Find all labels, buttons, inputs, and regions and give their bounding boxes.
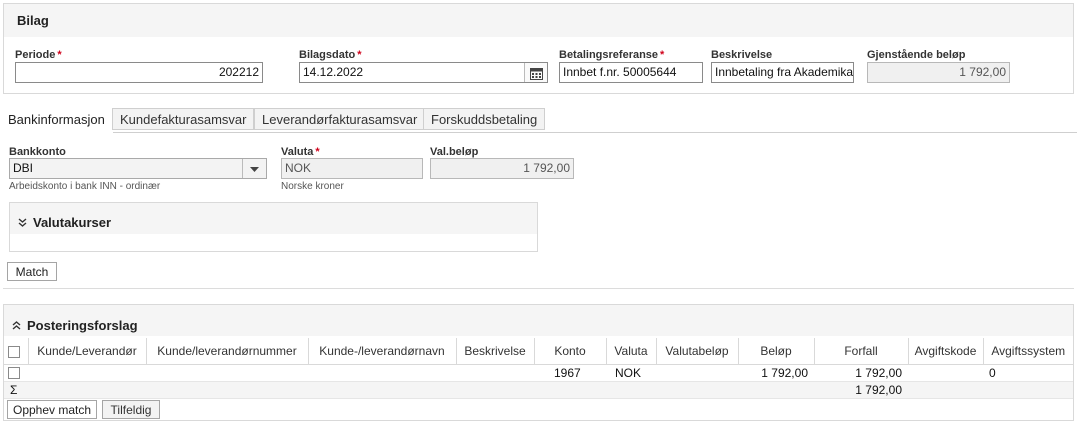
tab-forskuddsbetaling[interactable]: Forskuddsbetaling xyxy=(423,108,546,130)
valuta-input: NOK xyxy=(281,158,423,179)
bilagsdato-label: Bilagsdato * xyxy=(299,49,362,61)
select-all-checkbox[interactable] xyxy=(4,338,29,365)
tilfeldig-button[interactable]: Tilfeldig xyxy=(102,400,160,419)
col-avgiftskode[interactable]: Avgiftskode xyxy=(908,338,984,365)
cell-valuta: NOK xyxy=(606,364,656,382)
col-forfall[interactable]: Forfall xyxy=(814,338,909,365)
double-chevron-down-icon xyxy=(18,215,27,230)
cell-kunde xyxy=(28,364,146,382)
posteringsforslag-title: Posteringsforslag xyxy=(27,317,138,333)
table-row[interactable]: 1967 NOK 1 792,00 1 792,00 0 xyxy=(4,364,1073,382)
tab-bankinformasjon[interactable]: Bankinformasjon xyxy=(0,108,113,133)
periode-label: Periode * xyxy=(15,49,62,61)
calendar-icon[interactable] xyxy=(524,63,547,82)
col-kunde-leverandor[interactable]: Kunde/Leverandør xyxy=(28,338,147,365)
col-kunde-leverandornummer[interactable]: Kunde/leverandørnummer xyxy=(146,338,309,365)
gjenstaende-label: Gjenstående beløp xyxy=(867,49,966,61)
valbelop-label: Val.beløp xyxy=(430,146,479,158)
cell-valutabelop: 1 792,00 xyxy=(656,364,814,382)
tab-leverandorfakturasamsvar[interactable]: Leverandørfakturasamsvar xyxy=(254,108,426,130)
cell-forfall xyxy=(908,364,983,382)
cell-nummer xyxy=(146,364,308,382)
valbelop-value: 1 792,00 xyxy=(430,158,574,179)
table-header-row: Kunde/Leverandør Kunde/leverandørnummer … xyxy=(4,338,1073,365)
posteringsforslag-table: Kunde/Leverandør Kunde/leverandørnummer … xyxy=(4,338,1073,399)
bilag-title: Bilag xyxy=(4,4,1073,37)
cell-avgiftskode: 0 xyxy=(983,364,1073,382)
cell-beskrivelse xyxy=(456,364,534,382)
cell-konto: 1967 xyxy=(534,364,606,382)
beskrivelse-label: Beskrivelse xyxy=(711,49,773,61)
posteringsforslag-panel: Posteringsforslag Kunde/Leverandør Kunde… xyxy=(3,304,1074,421)
col-kunde-leverandornavn[interactable]: Kunde-/leverandørnavn xyxy=(308,338,457,365)
cell-belop: 1 792,00 xyxy=(814,364,908,382)
bankkonto-label: Bankkonto xyxy=(9,146,66,158)
sum-belop: 1 792,00 xyxy=(814,381,908,399)
bilagsdato-input[interactable]: 14.12.2022 xyxy=(299,62,548,83)
valutakurser-panel: Valutakurser xyxy=(9,202,538,252)
tabs-divider xyxy=(0,132,1077,133)
periode-input[interactable]: 202212 xyxy=(15,62,263,83)
valuta-label: Valuta * xyxy=(281,146,320,158)
chevron-down-icon[interactable] xyxy=(242,159,266,178)
bilagsdato-value: 14.12.2022 xyxy=(303,65,364,79)
section-divider xyxy=(3,288,1074,289)
bankkonto-value: DBI xyxy=(13,161,34,175)
opphev-match-button[interactable]: Opphev match xyxy=(7,400,97,419)
betalingsreferanse-label: Betalingsreferanse * xyxy=(559,49,665,61)
sum-row: Σ 1 792,00 xyxy=(4,381,1073,399)
col-valutabelop[interactable]: Valutabeløp xyxy=(656,338,739,365)
valutakurser-title: Valutakurser xyxy=(33,214,112,230)
bankkonto-help: Arbeidskonto i bank INN - ordinær xyxy=(9,181,161,192)
beskrivelse-input[interactable]: Innbetaling fra Akademika xyxy=(711,62,854,83)
double-chevron-up-icon xyxy=(12,318,21,333)
col-belop[interactable]: Beløp xyxy=(738,338,815,365)
valuta-help: Norske kroner xyxy=(281,181,344,192)
tab-kundefakturasamsvar[interactable]: Kundefakturasamsvar xyxy=(112,108,255,130)
row-checkbox[interactable] xyxy=(4,364,28,382)
match-button[interactable]: Match xyxy=(7,262,57,281)
col-valuta[interactable]: Valuta xyxy=(606,338,657,365)
col-konto[interactable]: Konto xyxy=(534,338,607,365)
valutakurser-header[interactable]: Valutakurser xyxy=(10,203,537,234)
betalingsreferanse-input[interactable]: Innbet f.nr. 50005644 xyxy=(559,62,703,83)
col-avgiftssystem[interactable]: Avgiftssystem xyxy=(983,338,1073,365)
gjenstaende-value: 1 792,00 xyxy=(867,62,1010,83)
sum-symbol: Σ xyxy=(4,381,28,399)
posteringsforslag-header[interactable]: Posteringsforslag xyxy=(4,305,1073,336)
cell-navn xyxy=(308,364,456,382)
bankkonto-select[interactable]: DBI xyxy=(9,158,267,179)
col-beskrivelse[interactable]: Beskrivelse xyxy=(456,338,535,365)
